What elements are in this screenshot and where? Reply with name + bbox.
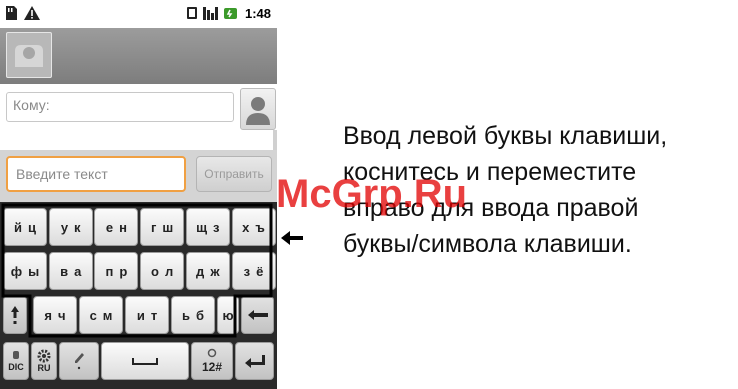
voice-input-key[interactable]: DIC [3, 342, 29, 380]
letter-key[interactable]: щз [185, 208, 230, 246]
annotation-arrow-icon [281, 231, 303, 245]
enter-icon [244, 355, 265, 368]
key-label: м [102, 307, 113, 323]
compose-bar: Введите текст Отправить [0, 150, 277, 202]
letter-key[interactable]: ол [140, 252, 185, 290]
key-label: ъ [255, 219, 265, 235]
key-label: ё [256, 263, 264, 279]
message-placeholder: Введите текст [16, 166, 108, 182]
contact-avatar[interactable] [6, 32, 52, 78]
key-label: т [150, 307, 158, 323]
shift-icon [11, 306, 19, 324]
watermark: McGrp.Ru [276, 172, 468, 216]
title-bar [0, 28, 277, 84]
symbols-label: 12# [201, 360, 223, 374]
key-label: п [105, 263, 114, 279]
letter-key[interactable]: см [79, 296, 123, 334]
key-label: х [242, 219, 250, 235]
letter-key[interactable]: хъ [231, 208, 276, 246]
key-label: щ [196, 219, 208, 235]
key-label: ф [10, 263, 23, 279]
phone-screen: 1:48 Кому: Введите текст Отправить йцукен… [0, 0, 277, 389]
key-label: н [119, 219, 127, 235]
key-label: г [150, 219, 157, 235]
key-label: ч [58, 307, 66, 323]
mic-label: DIC [8, 362, 24, 372]
signal-icon [202, 7, 218, 20]
key-label: д [196, 263, 205, 279]
letter-key[interactable]: ен [94, 208, 139, 246]
shift-key[interactable] [3, 296, 27, 334]
key-label: о [150, 263, 159, 279]
letter-key[interactable]: йц [3, 208, 47, 246]
search-icon [207, 348, 217, 358]
letter-key[interactable]: яч [33, 296, 77, 334]
letter-key[interactable]: дж [185, 252, 230, 290]
backspace-icon [247, 310, 268, 320]
annotation-line: Ввод левой буквы клавиши, [343, 122, 668, 150]
key-label: с [89, 307, 97, 323]
key-label: ы [28, 263, 40, 279]
key-label: з [243, 263, 251, 279]
key-label: ш [162, 219, 174, 235]
warning-icon [24, 6, 40, 20]
settings-key[interactable]: RU [31, 342, 57, 380]
microphone-icon [13, 351, 19, 359]
key-label: ь [181, 307, 190, 323]
letter-key[interactable]: пр [94, 252, 139, 290]
person-icon [246, 97, 270, 125]
letter-key[interactable]: ю [217, 296, 239, 334]
letter-key[interactable]: ук [48, 208, 93, 246]
send-button[interactable]: Отправить [196, 156, 272, 192]
key-label: а [74, 263, 82, 279]
handwriting-key[interactable] [59, 342, 99, 380]
key-label: ж [210, 263, 220, 279]
key-label: и [136, 307, 145, 323]
key-label: я [44, 307, 53, 323]
key-label: й [14, 219, 22, 235]
key-label: л [164, 263, 174, 279]
person-placeholder-icon [15, 45, 43, 67]
key-label: у [60, 219, 69, 235]
onscreen-keyboard: й ц у к е н г ш щ з х ъ ф ы в а п р о л д ж з ё я ч с м и т ь б ю DIC RU 12… [0, 202, 277, 389]
symbols-key[interactable]: 12# [191, 342, 233, 380]
space-key[interactable] [101, 342, 189, 380]
key-label: е [105, 219, 114, 235]
status-time: 1:48 [244, 5, 271, 21]
key-label: в [60, 263, 69, 279]
letter-key[interactable]: гш [140, 208, 185, 246]
pencil-icon [75, 353, 84, 370]
status-bar: 1:48 [0, 0, 277, 28]
key-label: к [74, 219, 81, 235]
letter-key[interactable]: зё [231, 252, 276, 290]
recipient-field[interactable]: Кому: [6, 92, 234, 122]
backspace-key[interactable] [241, 296, 274, 334]
gear-icon [37, 349, 51, 363]
key-label: ц [28, 219, 36, 235]
key-label: б [195, 307, 205, 323]
letter-key[interactable]: ва [48, 252, 93, 290]
language-label: RU [37, 363, 51, 373]
annotation-line: буквы/символа клавиши. [343, 230, 632, 258]
letter-key[interactable]: ит [125, 296, 169, 334]
letter-key[interactable]: фы [3, 252, 47, 290]
space-icon [132, 358, 158, 365]
key-label: р [119, 263, 128, 279]
vibrate-icon [186, 7, 197, 19]
key-label: з [213, 219, 220, 235]
sd-card-icon [6, 6, 17, 20]
message-text-input[interactable]: Введите текст [6, 156, 186, 192]
enter-key[interactable] [235, 342, 274, 380]
recipient-placeholder: Кому: [13, 97, 50, 113]
letter-key[interactable]: ьб [171, 296, 215, 334]
battery-icon [223, 8, 237, 19]
contact-picker-button[interactable] [240, 88, 276, 130]
